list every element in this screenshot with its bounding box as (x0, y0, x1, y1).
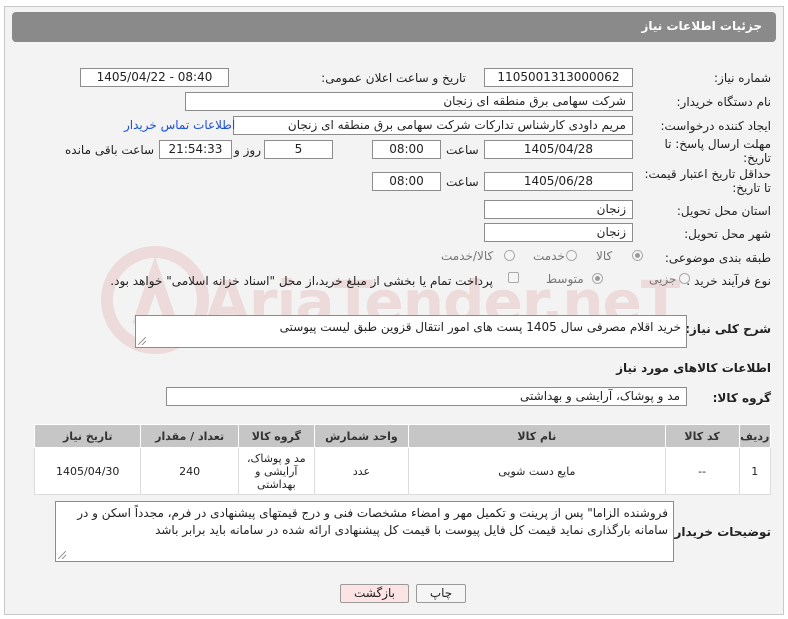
category-option-goods: کالا (596, 249, 613, 263)
table-row[interactable]: 1 -- مایع دست شویی عدد مد و پوشاک، آرایش… (33, 447, 772, 495)
deadline-time-field[interactable]: 08:00 (372, 140, 441, 159)
announce-field[interactable]: 1405/04/22 - 08:40 (80, 68, 229, 87)
category-option-goods-service: کالا/خدمت (441, 249, 494, 263)
deadline-label-2: تاریخ: (743, 151, 771, 165)
col-unit-header: واحد شمارش (313, 424, 410, 448)
validity-time-label: ساعت (446, 175, 479, 189)
buyer-org-label: نام دستگاه خریدار: (676, 95, 772, 109)
summary-text: خرید اقلام مصرفی سال 1405 پست های امور ا… (279, 320, 681, 334)
cell-unit: عدد (313, 447, 410, 495)
cell-row: 1 (738, 447, 772, 495)
goods-group-label: گروه کالا: (712, 391, 771, 405)
summary-label: شرح کلی نیاز: (685, 322, 771, 336)
process-label: نوع فرآیند خرید : (686, 274, 771, 288)
resize-grip-icon[interactable] (138, 337, 146, 345)
city-label: شهر محل تحویل: (684, 227, 771, 241)
province-field[interactable]: زنجان (484, 200, 633, 219)
summary-textarea[interactable]: خرید اقلام مصرفی سال 1405 پست های امور ا… (135, 315, 687, 348)
category-radio-service[interactable] (566, 250, 577, 261)
validity-date-field[interactable]: 1405/06/28 (484, 172, 633, 191)
col-name-header: نام کالا (408, 424, 666, 448)
buyer-notes-textarea[interactable]: فروشنده الزاما" پس از پرینت و تکمیل مهر … (55, 501, 674, 562)
buyer-org-field[interactable]: شرکت سهامی برق منطقه ای زنجان (185, 92, 633, 111)
remaining-time-label: ساعت باقی مانده (65, 143, 155, 157)
col-row-header: ردیف (738, 424, 772, 448)
deadline-label-1: مهلت ارسال پاسخ: تا (664, 137, 771, 151)
need-number-label: شماره نیاز: (714, 71, 771, 85)
cell-group: مد و پوشاک، آرایشی و بهداشتی (237, 447, 315, 495)
col-group-header: گروه کالا (237, 424, 315, 448)
buyer-notes-text: فروشنده الزاما" پس از پرینت و تکمیل مهر … (77, 506, 668, 537)
cell-qty: 240 (140, 447, 239, 495)
treasury-payment-checkbox[interactable] (508, 272, 519, 283)
validity-time-field[interactable]: 08:00 (372, 172, 441, 191)
buyer-contact-link[interactable]: اطلاعات تماس خریدار (124, 118, 235, 132)
requester-field[interactable]: مریم داودی کارشناس تدارکات شرکت سهامی بر… (233, 116, 633, 135)
back-button[interactable]: بازگشت (340, 584, 409, 603)
category-radio-goods[interactable] (632, 250, 643, 261)
announce-label: تاریخ و ساعت اعلان عمومی: (321, 71, 466, 85)
deadline-date-field[interactable]: 1405/04/28 (484, 140, 633, 159)
requester-label: ایجاد کننده درخواست: (660, 119, 771, 133)
page-header: جزئیات اطلاعات نیاز (12, 12, 776, 42)
remaining-time-field[interactable]: 21:54:33 (159, 140, 232, 159)
cell-code: -- (664, 447, 740, 495)
print-button[interactable]: چاپ (416, 584, 466, 603)
deadline-time-label: ساعت (446, 143, 479, 157)
validity-label-1: حداقل تاریخ اعتبار قیمت: (644, 167, 771, 181)
col-qty-header: تعداد / مقدار (140, 424, 239, 448)
col-code-header: کد کالا (664, 424, 740, 448)
cell-name: مایع دست شویی (408, 447, 666, 495)
category-radio-goods-service[interactable] (504, 250, 515, 261)
process-option-medium: متوسط (546, 272, 584, 286)
city-field[interactable]: زنجان (484, 223, 633, 242)
buyer-notes-label: توضیحات خریدار: (669, 525, 771, 539)
category-option-service: خدمت (533, 249, 565, 263)
goods-section-title: اطلاعات کالاهای مورد نیاز (616, 361, 771, 375)
process-option-minor: جزیی (649, 272, 677, 286)
col-date-header: تاریخ نیاز (33, 424, 142, 448)
goods-group-field[interactable]: مد و پوشاک، آرایشی و بهداشتی (166, 387, 687, 406)
page-title: جزئیات اطلاعات نیاز (641, 19, 762, 33)
goods-table: ردیف کد کالا نام کالا واحد شمارش گروه کا… (33, 424, 772, 495)
process-radio-minor[interactable] (679, 273, 690, 284)
resize-grip-icon[interactable] (58, 551, 66, 559)
process-radio-medium[interactable] (592, 273, 603, 284)
cell-date: 1405/04/30 (33, 447, 142, 495)
category-label: طبقه بندی موضوعی: (664, 251, 771, 265)
deadline-days-field[interactable]: 5 (264, 140, 333, 159)
validity-label-2: تا تاریخ: (732, 181, 771, 195)
treasury-payment-note: پرداخت تمام یا بخشی از مبلغ خرید،از محل … (110, 274, 493, 288)
deadline-days-label: روز و (234, 143, 261, 157)
need-number-field[interactable]: 1105001313000062 (484, 68, 633, 87)
province-label: استان محل تحویل: (676, 204, 771, 218)
